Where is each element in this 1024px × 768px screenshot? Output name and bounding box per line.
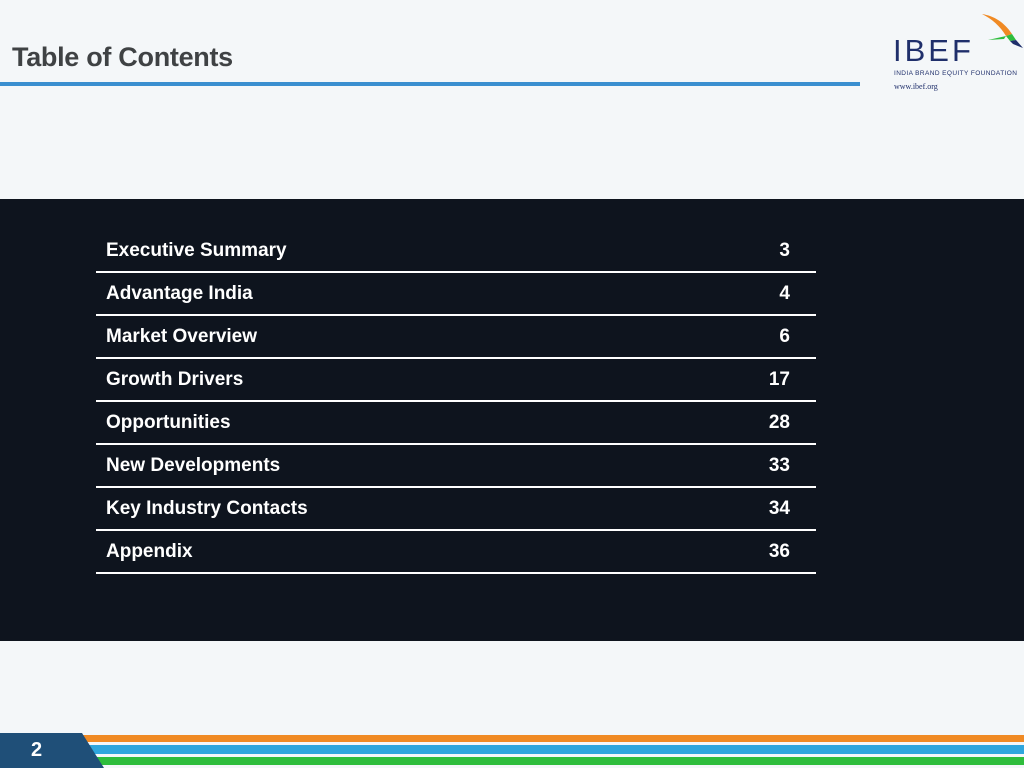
footer-stripe-orange xyxy=(0,735,1024,742)
footer-stripe-green xyxy=(0,757,1024,765)
toc-item-key-industry-contacts[interactable]: Key Industry Contacts 34 xyxy=(96,488,816,531)
toc-item-page: 36 xyxy=(768,540,790,562)
toc-item-page: 6 xyxy=(779,325,790,347)
page-number: 2 xyxy=(31,739,43,761)
toc-item-executive-summary[interactable]: Executive Summary 3 xyxy=(96,230,816,273)
toc-item-new-developments[interactable]: New Developments 33 xyxy=(96,445,816,488)
toc-item-opportunities[interactable]: Opportunities 28 xyxy=(96,402,816,445)
footer-stripe-blue xyxy=(0,745,1024,754)
toc-item-label: Growth Drivers xyxy=(106,368,244,390)
toc-item-page: 28 xyxy=(768,411,790,433)
toc-item-appendix[interactable]: Appendix 36 xyxy=(96,531,816,574)
toc-item-label: Appendix xyxy=(106,540,193,562)
toc-item-label: Opportunities xyxy=(106,411,231,433)
logo-url: www.ibef.org xyxy=(894,82,938,91)
table-of-contents: Executive Summary 3 Advantage India 4 Ma… xyxy=(96,230,816,574)
toc-item-page: 4 xyxy=(779,282,790,304)
logo-wordmark: IBEF xyxy=(893,33,974,68)
page-title: Table of Contents xyxy=(12,42,233,72)
toc-item-label: New Developments xyxy=(106,454,281,476)
logo-tagline: INDIA BRAND EQUITY FOUNDATION xyxy=(894,70,1018,77)
toc-item-page: 17 xyxy=(768,368,790,390)
toc-item-page: 3 xyxy=(779,239,790,261)
toc-item-page: 34 xyxy=(768,497,790,519)
toc-item-label: Market Overview xyxy=(106,325,258,347)
toc-item-growth-drivers[interactable]: Growth Drivers 17 xyxy=(96,359,816,402)
toc-item-page: 33 xyxy=(768,454,790,476)
ibef-logo: IBEF INDIA BRAND EQUITY FOUNDATION www.i… xyxy=(890,10,1024,94)
toc-item-market-overview[interactable]: Market Overview 6 xyxy=(96,316,816,359)
bird-icon xyxy=(982,14,1023,48)
footer: 2 xyxy=(0,733,1024,768)
page-number-box xyxy=(0,733,104,768)
toc-item-label: Advantage India xyxy=(106,282,253,304)
title-underline xyxy=(0,82,860,86)
toc-item-label: Executive Summary xyxy=(106,239,287,261)
toc-item-label: Key Industry Contacts xyxy=(106,497,308,519)
toc-item-advantage-india[interactable]: Advantage India 4 xyxy=(96,273,816,316)
